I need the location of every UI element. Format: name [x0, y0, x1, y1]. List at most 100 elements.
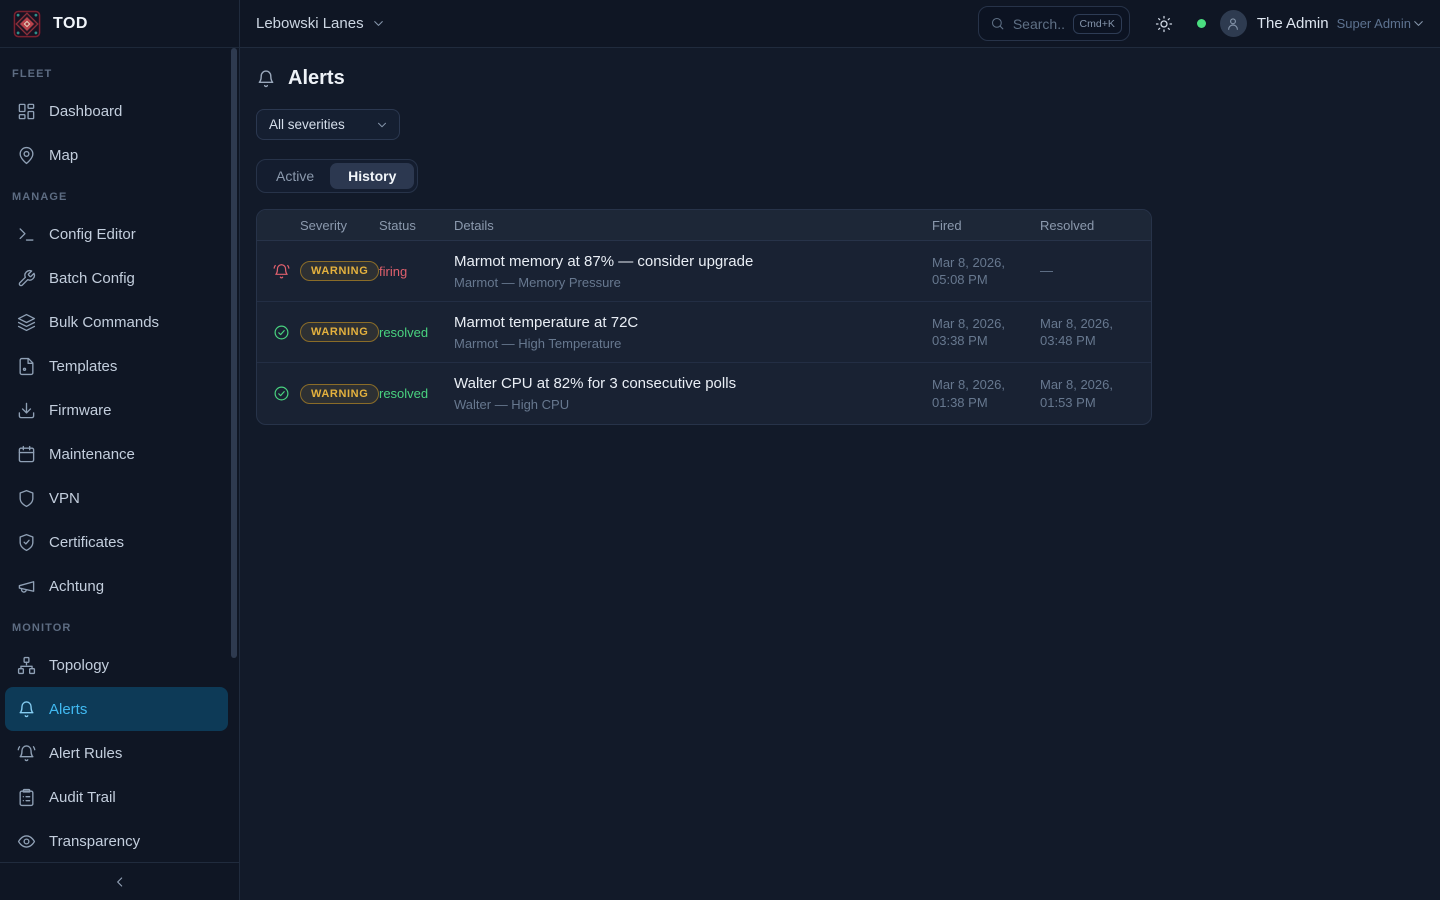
sidebar-item-bulk-commands[interactable]: Bulk Commands: [5, 300, 228, 344]
chevron-down-icon: [375, 118, 389, 132]
sidebar-item-label: Achtung: [49, 578, 104, 595]
sidebar-item-transparency[interactable]: Transparency: [5, 819, 228, 862]
table-row[interactable]: WARNINGresolvedWalter CPU at 82% for 3 c…: [257, 363, 1151, 424]
alert-subtitle: Marmot — High Temperature: [454, 336, 932, 351]
status-text: firing: [379, 264, 454, 279]
shield-check-icon: [17, 533, 36, 552]
download-icon: [17, 401, 36, 420]
fired-time: Mar 8, 2026,01:38 PM: [932, 376, 1040, 410]
status-text: resolved: [379, 325, 454, 340]
search-shortcut: Cmd+K: [1073, 14, 1122, 34]
sidebar-item-label: Certificates: [49, 534, 124, 551]
severity-filter-select[interactable]: All severities: [256, 109, 400, 140]
sidebar-header: TOD: [0, 0, 239, 48]
topbar: Lebowski Lanes Cmd+K The Admin Super Adm…: [240, 0, 1440, 48]
sidebar-item-achtung[interactable]: Achtung: [5, 564, 228, 608]
clipboard-icon: [17, 788, 36, 807]
alert-title: Marmot temperature at 72C: [454, 314, 932, 331]
tab-history[interactable]: History: [330, 163, 414, 189]
sidebar-nav: FLEETDashboardMapMANAGEConfig EditorBatc…: [0, 48, 239, 862]
sidebar: TOD FLEETDashboardMapMANAGEConfig Editor…: [0, 0, 240, 900]
alerts-table: SeverityStatusDetailsFiredResolved WARNI…: [256, 209, 1152, 425]
bell-ring-icon: [273, 263, 290, 280]
bell-ring-icon: [17, 744, 36, 763]
sidebar-item-topology[interactable]: Topology: [5, 643, 228, 687]
column-header-status: Status: [379, 218, 454, 233]
sidebar-item-maintenance[interactable]: Maintenance: [5, 432, 228, 476]
severity-badge: WARNING: [300, 261, 379, 281]
sidebar-item-label: Batch Config: [49, 270, 135, 287]
sidebar-item-vpn[interactable]: VPN: [5, 476, 228, 520]
theme-toggle-button[interactable]: [1155, 15, 1173, 33]
user-icon: [1225, 16, 1241, 32]
brand-name: TOD: [53, 15, 88, 33]
sidebar-item-label: Alerts: [49, 701, 87, 718]
brand-logo-icon: [12, 9, 42, 39]
resolved-time: —: [1040, 262, 1152, 279]
sidebar-scrollbar[interactable]: [231, 48, 237, 658]
column-header-fired: Fired: [932, 218, 1040, 233]
bell-icon: [256, 69, 276, 89]
table-row[interactable]: WARNINGresolvedMarmot temperature at 72C…: [257, 302, 1151, 363]
terminal-icon: [17, 225, 36, 244]
resolved-time: Mar 8, 2026,01:53 PM: [1040, 376, 1152, 410]
sidebar-section-label: MANAGE: [0, 177, 239, 212]
sidebar-item-firmware[interactable]: Firmware: [5, 388, 228, 432]
search-icon: [990, 16, 1005, 31]
check-circle-icon: [273, 385, 290, 402]
sidebar-item-dashboard[interactable]: Dashboard: [5, 89, 228, 133]
sidebar-item-alert-rules[interactable]: Alert Rules: [5, 731, 228, 775]
chevron-down-icon: [371, 16, 386, 31]
sidebar-item-certificates[interactable]: Certificates: [5, 520, 228, 564]
column-header-severity: Severity: [300, 218, 379, 233]
eye-icon: [17, 832, 36, 851]
sidebar-item-label: Audit Trail: [49, 789, 116, 806]
table-header: SeverityStatusDetailsFiredResolved: [257, 210, 1151, 241]
user-menu[interactable]: The Admin Super Admin: [1220, 10, 1426, 37]
table-body: WARNINGfiringMarmot memory at 87% — cons…: [257, 241, 1151, 424]
app-root: TOD FLEETDashboardMapMANAGEConfig Editor…: [0, 0, 1440, 900]
sidebar-item-label: Maintenance: [49, 446, 135, 463]
topbar-right: Cmd+K The Admin Super Admin: [978, 6, 1426, 41]
sidebar-item-label: Config Editor: [49, 226, 136, 243]
sidebar-item-label: Map: [49, 147, 78, 164]
user-name: The Admin: [1257, 15, 1329, 32]
sidebar-item-alerts[interactable]: Alerts: [5, 687, 228, 731]
chevron-down-icon: [1411, 16, 1426, 31]
search-input[interactable]: [1013, 16, 1065, 32]
status-dot: [1197, 19, 1206, 28]
severity-filter-value: All severities: [269, 117, 345, 132]
column-header-resolved: Resolved: [1040, 218, 1152, 233]
sidebar-item-templates[interactable]: Templates: [5, 344, 228, 388]
sidebar-collapse-button[interactable]: [0, 862, 239, 900]
main-column: Lebowski Lanes Cmd+K The Admin Super Adm…: [240, 0, 1440, 900]
sidebar-item-label: Firmware: [49, 402, 112, 419]
sidebar-item-label: Transparency: [49, 833, 140, 850]
sidebar-section-label: MONITOR: [0, 608, 239, 643]
bell-icon: [17, 700, 36, 719]
sidebar-item-label: Templates: [49, 358, 117, 375]
status-text: resolved: [379, 386, 454, 401]
page-title: Alerts: [288, 67, 345, 90]
avatar: [1220, 10, 1247, 37]
fired-time: Mar 8, 2026,05:08 PM: [932, 254, 1040, 288]
table-row[interactable]: WARNINGfiringMarmot memory at 87% — cons…: [257, 241, 1151, 302]
column-header-details: Details: [454, 218, 932, 233]
sidebar-item-batch-config[interactable]: Batch Config: [5, 256, 228, 300]
file-icon: [17, 357, 36, 376]
alert-title: Walter CPU at 82% for 3 consecutive poll…: [454, 375, 932, 392]
sidebar-item-config-editor[interactable]: Config Editor: [5, 212, 228, 256]
sidebar-item-map[interactable]: Map: [5, 133, 228, 177]
severity-badge: WARNING: [300, 322, 379, 342]
layers-icon: [17, 313, 36, 332]
wrench-icon: [17, 269, 36, 288]
org-switcher[interactable]: Lebowski Lanes: [256, 15, 386, 32]
content: Alerts All severities ActiveHistory Seve…: [240, 48, 1440, 900]
fired-time: Mar 8, 2026,03:38 PM: [932, 315, 1040, 349]
user-role: Super Admin: [1337, 16, 1411, 31]
alert-subtitle: Walter — High CPU: [454, 397, 932, 412]
tab-active[interactable]: Active: [260, 163, 330, 189]
sidebar-item-audit-trail[interactable]: Audit Trail: [5, 775, 228, 819]
sidebar-item-label: Alert Rules: [49, 745, 122, 762]
map-pin-icon: [17, 146, 36, 165]
